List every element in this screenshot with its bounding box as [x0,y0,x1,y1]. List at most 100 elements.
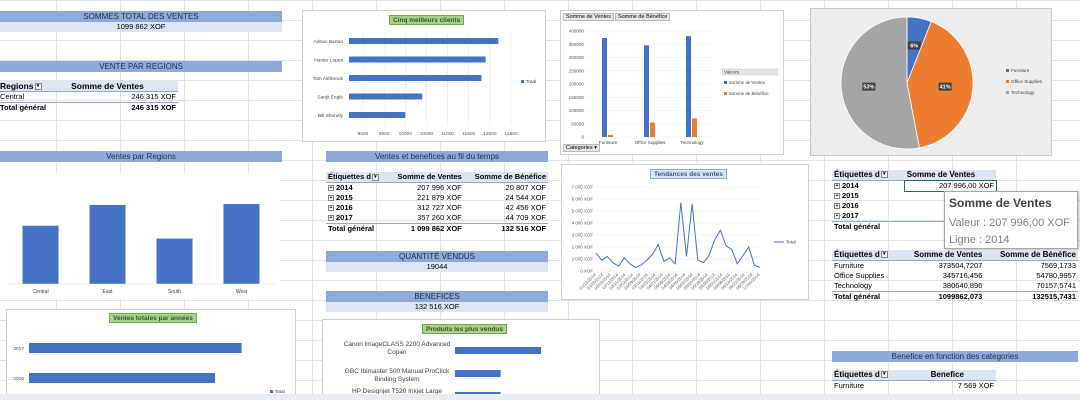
filter-dropdown-icon[interactable]: ▾ [880,371,888,379]
tooltip-value: Valeur : 207 996,00 XOF [949,217,1070,229]
x-tick-label: Technology [680,140,704,145]
category-pie-chart[interactable]: 6% 41% 53% Furniture Office Supplies Technolo… [810,8,1052,156]
row-benefice: 70157,5741 [1036,281,1076,290]
category-pivot-table[interactable]: Étiquettes d ▾ Somme de Ventes Somme de B… [832,250,1078,302]
profits-value[interactable]: 132 516 XOF [326,302,548,312]
total-label: Total général [326,223,388,234]
row-label: 2016 [842,201,859,210]
y-tick-label: 7 000 XOF [572,185,594,190]
column-bar [22,225,59,284]
sales-trend-chart[interactable]: Tendances des ventes 0 XOF 1 000 XOF 2 000… [561,164,809,300]
data-label: 53% [863,85,874,91]
row-label: Technology [834,281,872,290]
region-total-value: 246 315 XOF [69,102,178,113]
bar [349,93,423,100]
regions-plot: Central East South West [7,204,275,295]
row-benefice: 20 807 XOF [505,183,546,192]
legend-label: Total [786,240,796,245]
expand-icon[interactable]: + [328,215,334,222]
table-total-row[interactable]: Total général 1 099 862 XOF 132 516 XOF [326,223,548,234]
yearly-table-banner: Ventes et benefices au fil du temps [326,151,548,162]
table-row[interactable]: Furniture 7 569 XOF [832,381,996,392]
row-ventes: 345716,456 [942,271,983,280]
bar [349,75,482,81]
expand-icon[interactable]: + [328,185,334,192]
right-header-label[interactable]: Étiquettes d ▾ [832,170,905,181]
y-tick-label: 50000 [571,121,584,126]
legend-swatch [1006,91,1009,94]
y-tick-label: 1 000 XOF [572,257,594,262]
yearly-header-label[interactable]: Étiquettes d ▾ [326,172,388,183]
table-row[interactable]: Office Supplies 345716,456 54780,9957 [832,271,1078,281]
regions-bar-chart[interactable]: Central East South West [0,174,280,299]
row-ventes: 312 727 XOF [417,203,462,212]
expand-icon[interactable]: + [328,205,334,212]
total-sales-banner: SOMMES TOTAL DES VENTES [0,11,282,22]
y-tick-label-cont: Binding System [374,376,419,383]
table-row[interactable]: Central 246 315 XOF [0,92,178,103]
table-row[interactable]: +2014 207 996,00 XOF [832,179,998,192]
expand-icon[interactable]: + [834,213,840,220]
x-tick-label: 12000 [483,131,497,137]
filter-dropdown-icon[interactable]: ▾ [34,83,42,91]
row-ventes: 207 996 XOF [417,183,462,192]
row-benefice: 42 456 XOF [505,203,546,212]
benefit-category-table[interactable]: Étiquettes d ▾ Benefice Furniture 7 569 X… [832,370,996,391]
total-ventes: 1099862,073 [899,291,985,302]
expand-icon[interactable]: + [328,195,334,202]
total-sales-value[interactable]: 1099 862 XOF [0,22,282,32]
top-clients-plot: 9000 9500 10000 10500 11000 11500 12000 12500 Ad… [313,33,536,137]
legend-label: Somme de Ventes [729,80,766,85]
legend-label: Furniture [1011,68,1030,73]
yearly-pivot-table[interactable]: Étiquettes d ▾ Somme de Ventes Somme de B… [326,172,548,234]
legend-swatch [724,81,727,84]
bar [349,56,486,63]
y-tick-label: Hunter Lopez [314,58,343,64]
expand-icon[interactable]: + [834,183,840,190]
profits-banner: BENEFICES [326,291,548,302]
y-tick-label: 250000 [569,68,585,73]
table-row[interactable]: +2017 357 260 XOF 44 709 XOF [326,213,548,224]
expand-icon[interactable]: + [834,193,840,200]
quantity-value[interactable]: 19044 [326,262,548,272]
yearly-totals-chart[interactable]: Ventes totales par années 2017 2016 Total [6,309,296,400]
categories-filter-button[interactable]: Categories ▾ [563,144,600,152]
expand-icon[interactable]: + [834,203,840,210]
filter-dropdown-icon[interactable]: ▾ [880,171,888,179]
table-total-row[interactable]: Total général 1099862,073 132515,7431 [832,291,1078,302]
row-label: 2015 [842,191,859,200]
row-ventes: 373504,7207 [938,261,983,270]
tooltip-line: Ligne : 2014 [949,234,1010,246]
row-ventes: 221 879 XOF [417,193,462,202]
table-row[interactable]: Technology 380640,896 70157,5741 [832,281,1078,292]
filter-dropdown-icon[interactable]: ▾ [371,173,379,181]
y-tick-label: 0 [581,135,584,140]
legend-swatch [1006,80,1009,83]
table-total-row[interactable]: Total général 246 315 XOF [0,102,178,113]
table-row[interactable]: Furniture 373504,7207 7569,1733 [832,261,1078,272]
table-row[interactable]: +2015 221 879 XOF 24 544 XOF [326,193,548,203]
selected-cell[interactable]: 207 996,00 XOF [903,179,998,192]
bar [349,112,406,118]
column-bar [89,204,126,284]
y-tick-label: 400000 [569,29,585,34]
benefit-category-banner: Benefice en fonction des categories [832,351,1078,362]
table-row[interactable]: +2016 312 727 XOF 42 456 XOF [326,203,548,213]
top-products-chart[interactable]: Produits les plus vendus Canon imageCLAS… [322,319,600,400]
category-header-label[interactable]: Étiquettes d ▾ [832,250,900,261]
legend-label: Total [526,79,536,85]
row-benefice: 24 544 XOF [505,193,546,202]
region-header-label[interactable]: Regions ▾ [0,81,70,92]
y-tick-label: 5 000 XOF [572,209,594,214]
column-bar [650,122,655,137]
top-clients-chart[interactable]: Cinq meilleurs clients 9000 9500 10000 1050… [302,10,546,142]
table-row[interactable]: +2014 207 996 XOF 20 807 XOF [326,183,548,194]
region-pivot-table[interactable]: Regions ▾ Somme de Ventes Central 246 315… [0,81,178,113]
row-label: 2016 [336,203,353,212]
x-tick-label: 11000 [441,131,454,137]
category-compare-chart[interactable]: Somme de Ventes Somme de Bénéfice 0 50000 1… [560,10,784,155]
benefit-header-label[interactable]: Étiquettes d ▾ [832,370,929,381]
region-total-label: Total général [0,102,70,113]
column-bar [692,118,697,137]
filter-dropdown-icon[interactable]: ▾ [880,251,888,259]
